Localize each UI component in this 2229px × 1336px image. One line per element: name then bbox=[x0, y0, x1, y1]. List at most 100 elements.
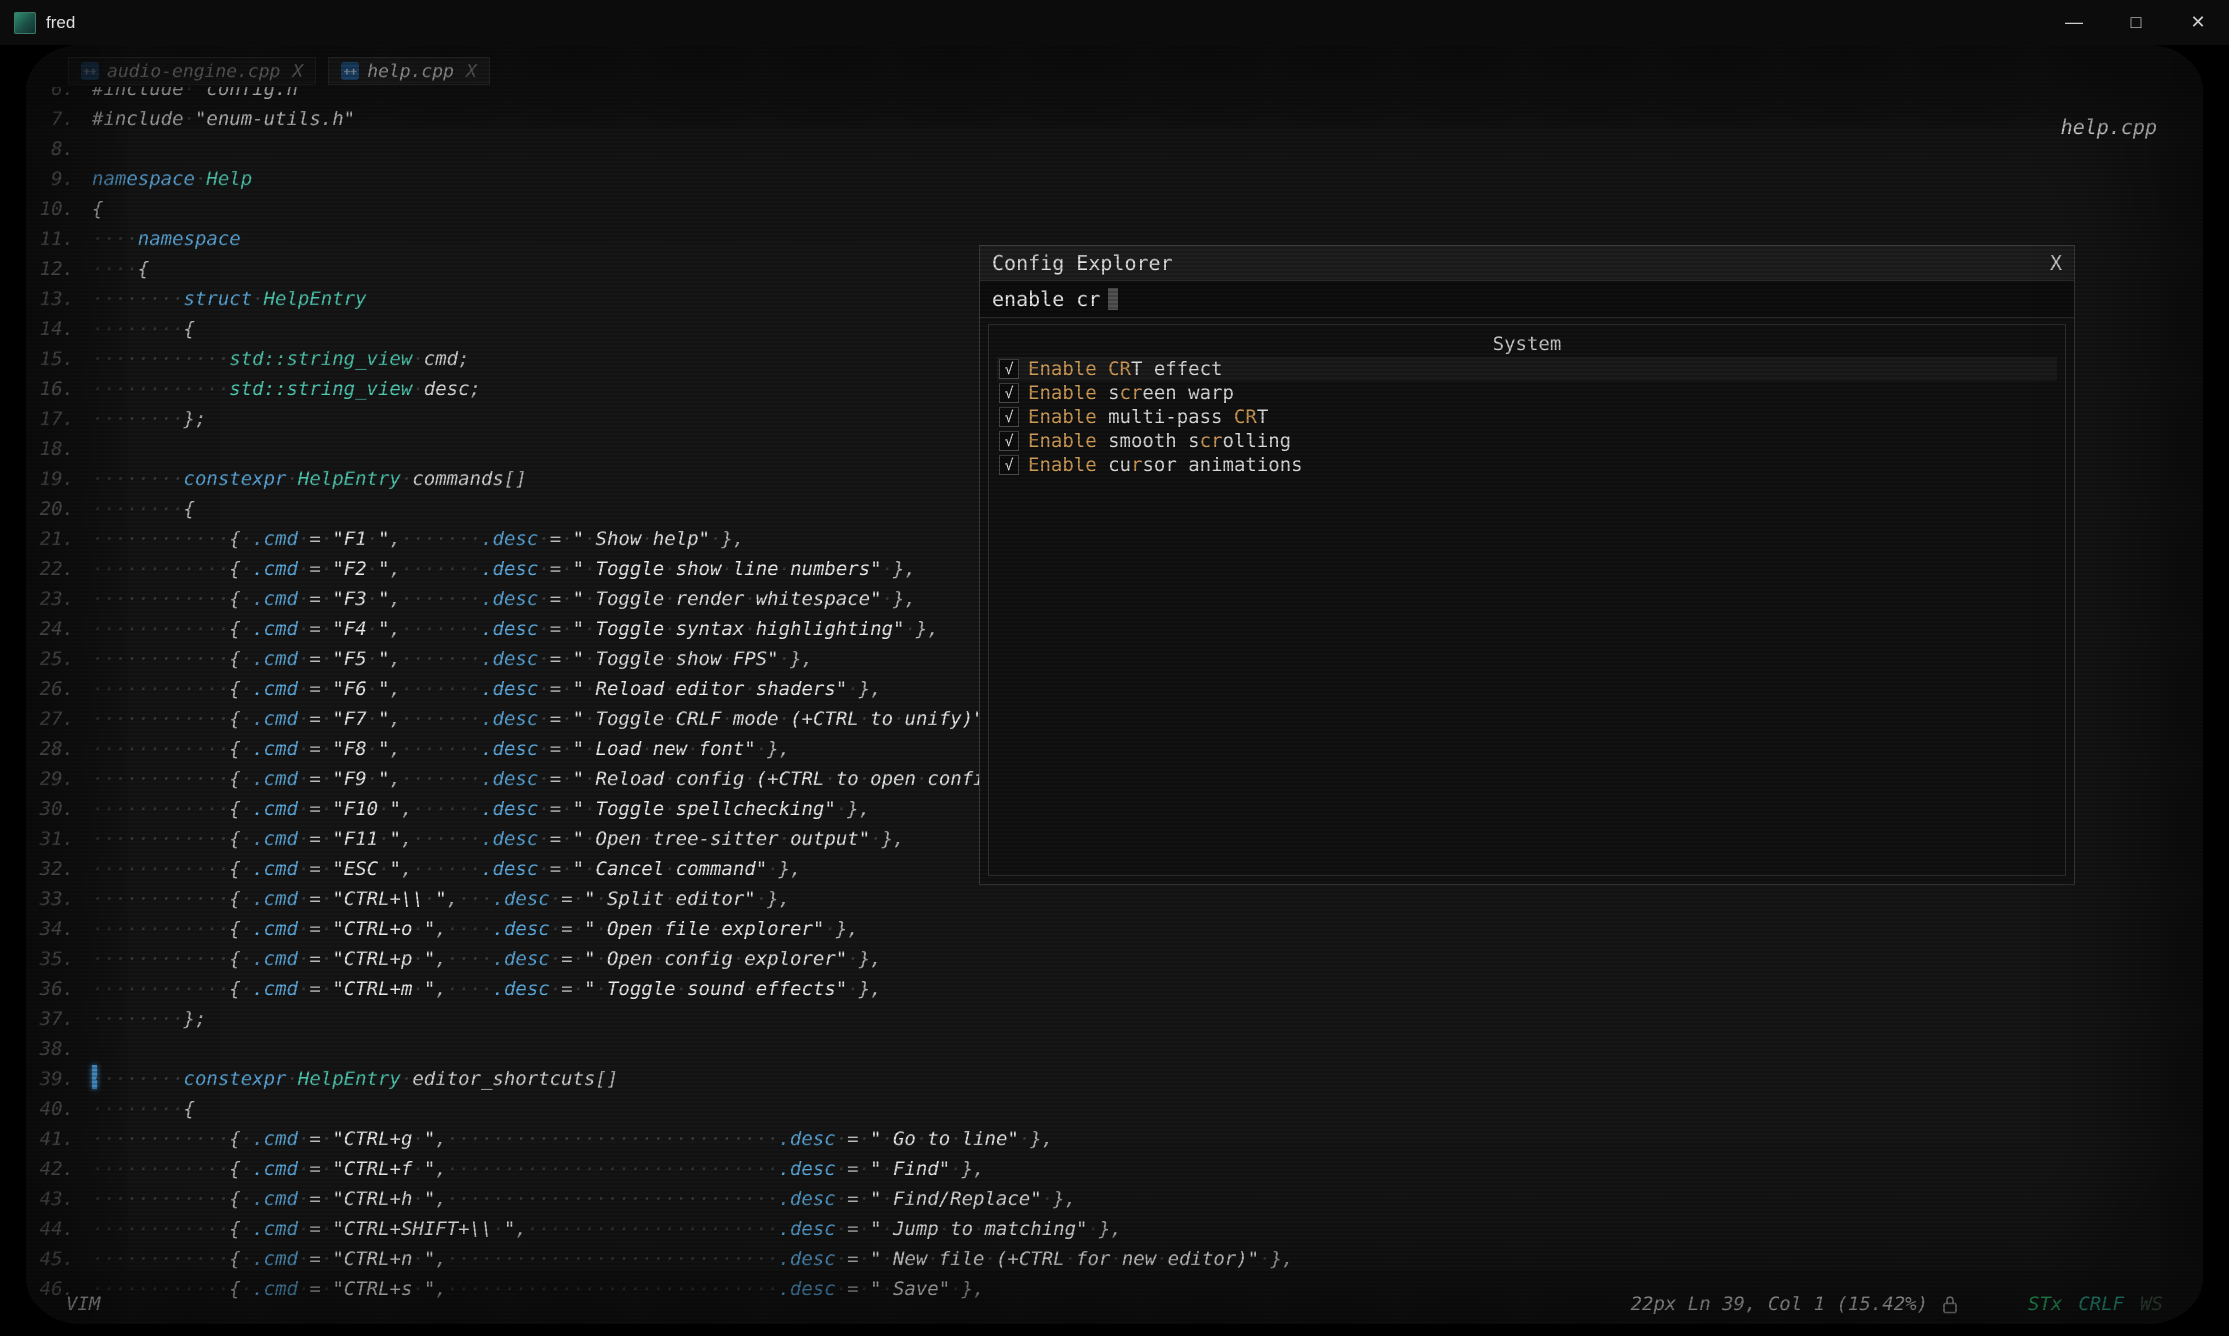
whitespace-dots: · bbox=[882, 558, 893, 580]
whitespace-dots: ······ bbox=[412, 858, 481, 880]
whitespace-dots: · bbox=[367, 528, 378, 550]
code-token: "·Find/Replace" bbox=[870, 1188, 1042, 1210]
code-text: namespace·Help bbox=[92, 164, 252, 194]
code-token: ·=· bbox=[298, 978, 332, 1000]
whitespace-dots: · bbox=[916, 768, 927, 790]
code-token: .cmd bbox=[252, 618, 298, 640]
whitespace-dots: · bbox=[584, 648, 595, 670]
status-flag-stx[interactable]: STx bbox=[2028, 1293, 2062, 1315]
minimize-button[interactable]: — bbox=[2043, 0, 2105, 45]
whitespace-dots: · bbox=[584, 708, 595, 730]
whitespace-dots: · bbox=[538, 798, 549, 820]
code-token: "enum-utils.h" bbox=[195, 108, 355, 130]
code-line[interactable]: 38. bbox=[26, 1034, 2203, 1064]
code-line[interactable]: 44.············{·.cmd·=·"CTRL+SHIFT+\\·"… bbox=[26, 1214, 2203, 1244]
code-token: ············{· bbox=[92, 1248, 252, 1270]
whitespace-dots: ············ bbox=[92, 738, 229, 760]
code-line[interactable]: 7.#include·"enum-utils.h" bbox=[26, 104, 2203, 134]
line-number: 30. bbox=[26, 794, 92, 824]
code-text: ········{ bbox=[92, 314, 195, 344]
code-token: · bbox=[401, 1068, 412, 1090]
code-token: { bbox=[92, 198, 103, 220]
code-line[interactable]: 40.········{ bbox=[26, 1094, 2203, 1124]
code-line[interactable]: 43.············{·.cmd·=·"CTRL+h·",······… bbox=[26, 1184, 2203, 1214]
whitespace-dots: · bbox=[836, 1248, 847, 1270]
code-token: "·Load·new·font" bbox=[573, 738, 756, 760]
config-option[interactable]: √Enable smooth scrolling bbox=[997, 429, 2057, 453]
whitespace-dots: ······· bbox=[401, 708, 481, 730]
whitespace-dots: · bbox=[859, 768, 870, 790]
status-flag-crlf[interactable]: CRLF bbox=[2078, 1293, 2124, 1315]
code-token: · bbox=[412, 378, 423, 400]
code-line[interactable]: 45.············{·.cmd·=·"CTRL+n·",······… bbox=[26, 1244, 2203, 1274]
config-option[interactable]: √Enable CRT effect bbox=[997, 357, 2057, 381]
whitespace-dots: · bbox=[584, 558, 595, 580]
status-flag-ws[interactable]: WS bbox=[2140, 1293, 2163, 1315]
whitespace-dots: · bbox=[779, 828, 790, 850]
whitespace-dots: · bbox=[550, 948, 561, 970]
whitespace-dots: · bbox=[710, 528, 721, 550]
label-segment: T effect bbox=[1131, 358, 1223, 380]
config-explorer-header: Config Explorer X bbox=[980, 246, 2074, 281]
code-line[interactable]: 37.········}; bbox=[26, 1004, 2203, 1034]
tab-help.cpp[interactable]: ++help.cppX bbox=[328, 57, 490, 85]
code-token: ·=· bbox=[298, 738, 332, 760]
status-bar: VIM 22px Ln 39, Col 1 (15.42%) STxCRLFWS bbox=[26, 1288, 2203, 1324]
code-line[interactable]: 42.············{·.cmd·=·"CTRL+f·",······… bbox=[26, 1154, 2203, 1184]
code-token: .desc bbox=[778, 1158, 835, 1180]
whitespace-dots: · bbox=[550, 918, 561, 940]
code-token: .desc bbox=[493, 978, 550, 1000]
config-option[interactable]: √Enable screen warp bbox=[997, 381, 2057, 405]
whitespace-dots: · bbox=[298, 558, 309, 580]
code-token: ············{· bbox=[92, 678, 252, 700]
tab-close-button[interactable]: X bbox=[466, 61, 477, 82]
tab-audio-engine.cpp[interactable]: ++audio-engine.cppX bbox=[68, 57, 316, 85]
maximize-button[interactable]: □ bbox=[2105, 0, 2167, 45]
code-token: ········ bbox=[92, 1068, 184, 1090]
whitespace-dots: · bbox=[538, 618, 549, 640]
code-token: ·=· bbox=[836, 1158, 870, 1180]
code-token: ·}, bbox=[779, 648, 813, 670]
code-line[interactable]: 36.············{·.cmd·=·"CTRL+m·",····.d… bbox=[26, 974, 2203, 1004]
whitespace-dots: · bbox=[321, 1218, 332, 1240]
code-token: .desc bbox=[493, 918, 550, 940]
whitespace-dots: · bbox=[241, 1158, 252, 1180]
code-token: "F8·" bbox=[332, 738, 389, 760]
config-search-input[interactable]: enable cr bbox=[980, 281, 2074, 318]
whitespace-dots: · bbox=[870, 828, 881, 850]
code-text: ············{·.cmd·=·"CTRL+SHIFT+\\·",··… bbox=[92, 1214, 1122, 1244]
code-text: ········}; bbox=[92, 1004, 206, 1034]
code-line[interactable]: 9.namespace·Help bbox=[26, 164, 2203, 194]
line-number: 11. bbox=[26, 224, 92, 254]
whitespace-dots: · bbox=[744, 678, 755, 700]
code-token: .desc bbox=[481, 768, 538, 790]
label-segment: CR bbox=[1234, 406, 1257, 428]
code-token: ·=· bbox=[538, 648, 572, 670]
line-number: 19. bbox=[26, 464, 92, 494]
whitespace-dots: ············ bbox=[92, 588, 229, 610]
code-token: .desc bbox=[481, 618, 538, 640]
whitespace-dots: · bbox=[241, 558, 252, 580]
text-cursor bbox=[1108, 288, 1118, 310]
config-option[interactable]: √Enable multi-pass CRT bbox=[997, 405, 2057, 429]
whitespace-dots: · bbox=[241, 678, 252, 700]
tab-close-button[interactable]: X bbox=[292, 61, 303, 82]
code-line[interactable]: 39.········constexpr·HelpEntry·editor_sh… bbox=[26, 1064, 2203, 1094]
code-token: ·=· bbox=[298, 1218, 332, 1240]
code-token: ·}, bbox=[824, 918, 858, 940]
lock-icon[interactable] bbox=[1942, 1294, 1958, 1315]
code-token: "·Toggle·CRLF·mode·(+CTRL·to·unify)" bbox=[573, 708, 985, 730]
code-line[interactable]: 8. bbox=[26, 134, 2203, 164]
code-token: "F5·" bbox=[332, 648, 389, 670]
code-line[interactable]: 41.············{·.cmd·=·"CTRL+g·",······… bbox=[26, 1124, 2203, 1154]
code-line[interactable]: 35.············{·.cmd·=·"CTRL+p·",····.d… bbox=[26, 944, 2203, 974]
code-line[interactable]: 33.············{·.cmd·=·"CTRL+\\·",···.d… bbox=[26, 884, 2203, 914]
close-button[interactable]: ✕ bbox=[2167, 0, 2229, 45]
code-line[interactable]: 34.············{·.cmd·=·"CTRL+o·",····.d… bbox=[26, 914, 2203, 944]
whitespace-dots: · bbox=[561, 858, 572, 880]
code-token: ············{· bbox=[92, 558, 252, 580]
code-line[interactable]: 10.{ bbox=[26, 194, 2203, 224]
whitespace-dots: · bbox=[573, 888, 584, 910]
popup-close-button[interactable]: X bbox=[2050, 251, 2062, 275]
config-option[interactable]: √Enable cursor animations bbox=[997, 453, 2057, 477]
